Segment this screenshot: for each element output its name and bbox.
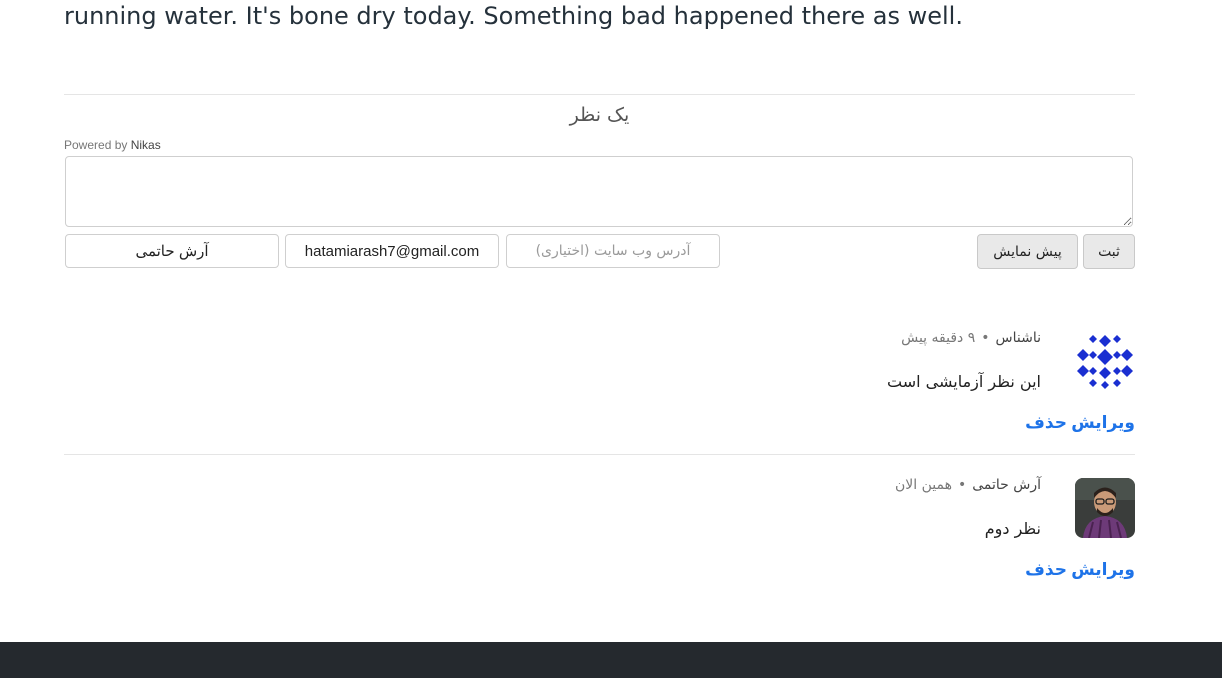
comment-meta: ناشناس • ۹ دقیقه پیش — [901, 330, 1041, 346]
comment-author: ناشناس — [995, 330, 1041, 346]
meta-separator: • — [957, 477, 967, 493]
comment-textarea[interactable] — [65, 156, 1133, 227]
preview-button[interactable]: پیش نمایش — [977, 234, 1078, 269]
user-photo-avatar — [1075, 478, 1135, 538]
comment-text: نظر دوم — [984, 519, 1041, 538]
identicon-icon — [1075, 331, 1135, 391]
edit-link[interactable]: ویرایش — [1071, 413, 1135, 433]
website-field[interactable]: آدرس وب سایت (اختیاری) — [506, 234, 720, 268]
comment-author: آرش حاتمی — [972, 477, 1041, 493]
powered-by-brand[interactable]: Nikas — [131, 138, 161, 152]
comment-divider — [64, 454, 1135, 455]
submit-button[interactable]: ثبت — [1083, 234, 1135, 269]
comment-text: این نظر آزمایشی است — [887, 372, 1041, 391]
meta-separator: • — [981, 330, 990, 346]
comment-time[interactable]: ۹ دقیقه پیش — [901, 330, 975, 346]
email-field[interactable]: hatamiarash7@gmail.com — [285, 234, 499, 268]
powered-by: Powered by Nikas — [64, 138, 161, 152]
section-divider — [64, 94, 1135, 95]
comment-meta: آرش حاتمی • همین الان — [895, 477, 1041, 493]
edit-link[interactable]: ویرایش — [1071, 560, 1135, 580]
comments-count-heading: یک نظر — [569, 104, 630, 126]
powered-by-prefix: Powered by — [64, 138, 128, 152]
article-trailing-text: running water. It's bone dry today. Some… — [64, 2, 963, 30]
delete-link[interactable]: حذف — [1025, 560, 1067, 580]
page-footer — [0, 642, 1222, 678]
delete-link[interactable]: حذف — [1025, 413, 1067, 433]
name-field[interactable]: آرش حاتمی — [65, 234, 279, 268]
comment-time[interactable]: همین الان — [895, 477, 952, 493]
